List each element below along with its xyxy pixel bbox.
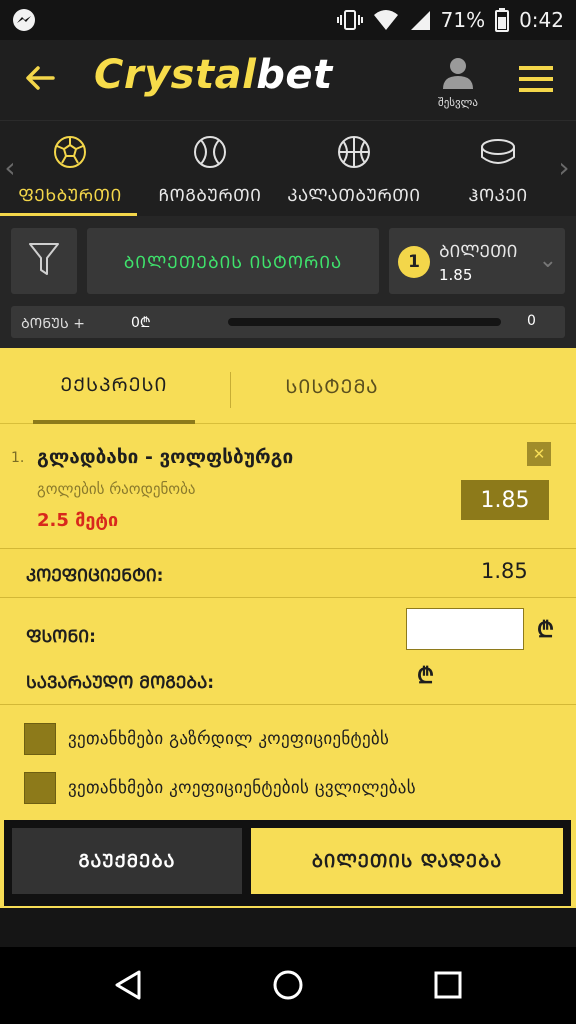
ticket-odd: 1.85 xyxy=(439,266,473,284)
event-title: გლადბახი - ვოლფსბურგი xyxy=(37,446,294,468)
crystalbet-logo: Crystalbet xyxy=(94,52,333,98)
tools-row: ᲑᲘᲚᲔᲗᲔᲑᲘᲡ ᲘᲡᲢᲝᲠᲘᲐ 1 ᲑᲘᲚᲔᲗᲘ 1.85 ⌄ ᲑᲝᲜᲣᲡ … xyxy=(0,216,576,348)
menu-button[interactable] xyxy=(515,62,557,98)
stake-input[interactable] xyxy=(406,608,524,650)
filter-button[interactable] xyxy=(11,228,77,294)
ticket-count-badge: 1 xyxy=(398,246,430,278)
messenger-icon xyxy=(12,8,36,32)
accept-odds-change-row[interactable]: ვეთანხმები კოეფიციენტების ცვლილებას xyxy=(24,771,564,805)
bonus-amount: 0₾ xyxy=(131,315,151,331)
ticket-dropdown[interactable]: 1 ᲑᲘᲚᲔᲗᲘ 1.85 ⌄ xyxy=(389,228,565,294)
event-pick: 2.5 მეტი xyxy=(37,510,119,531)
tab-system[interactable]: ᲡᲘᲡᲢᲔᲛᲐ xyxy=(232,348,432,424)
hamburger-icon xyxy=(515,66,557,100)
coefficient-row: ᲙᲝᲔᲤᲘᲪᲘᲔᲜᲢᲘ: 1.85 xyxy=(0,548,576,598)
betslip-tabs: ᲔᲥᲡᲞᲠᲔᲡᲘ ᲡᲘᲡᲢᲔᲛᲐ xyxy=(0,348,576,424)
soccer-ball-icon xyxy=(53,135,87,173)
user-icon xyxy=(441,56,475,94)
bonus-progress xyxy=(228,318,501,326)
place-bet-button[interactable]: ᲑᲘᲚᲔᲗᲘᲡ ᲓᲐᲓᲔᲑᲐ xyxy=(251,828,563,894)
wifi-icon xyxy=(373,9,399,31)
potential-win-label: ᲡᲐᲕᲐᲠᲐᲣᲓᲝ ᲛᲝᲒᲔᲑᲐ: xyxy=(26,673,215,693)
signal-icon xyxy=(409,9,431,31)
bonus-value: 0 xyxy=(527,313,536,329)
close-icon: ✕ xyxy=(532,445,546,463)
sports-nav: ‹ ᲤᲔᲮᲑᲣᲠᲗᲘ ᲩᲝᲒᲑᲣᲠᲗᲘ ᲙᲐᲚᲐᲗᲑᲣᲠᲗᲘ ᲰᲝᲙᲔᲘ › xyxy=(0,120,576,217)
lari-icon: ₾ xyxy=(537,618,554,643)
clock: 0:42 xyxy=(519,8,564,32)
battery-percent: 71% xyxy=(440,8,486,32)
stake-label: ᲤᲡᲝᲜᲘ: xyxy=(26,627,96,647)
hockey-puck-icon xyxy=(479,135,517,173)
betslip-actions: ᲒᲐᲣᲥᲛᲔᲑᲐ ᲑᲘᲚᲔᲗᲘᲡ ᲓᲐᲓᲔᲑᲐ xyxy=(4,820,571,906)
divider xyxy=(0,704,576,705)
back-arrow-icon xyxy=(25,65,55,95)
system-nav-bar xyxy=(0,947,576,1024)
bonus-label: ᲑᲝᲜᲣᲡ + xyxy=(21,316,85,332)
lari-icon: ₾ xyxy=(417,664,434,689)
login-button[interactable]: შესვლა xyxy=(428,56,488,112)
coefficient-label: ᲙᲝᲔᲤᲘᲪᲘᲔᲜᲢᲘ: xyxy=(26,566,164,586)
event-market: გოლების რაოდენობა xyxy=(37,480,196,498)
nav-home-button[interactable] xyxy=(266,965,310,1009)
circle-home-icon xyxy=(272,969,304,1005)
basketball-icon xyxy=(337,135,371,173)
tennis-ball-icon xyxy=(193,135,227,173)
tab-basketball-label: ᲙᲐᲚᲐᲗᲑᲣᲠᲗᲘ xyxy=(287,186,421,206)
accept-increased-odds-label: ვეთანხმები გაზრდილ კოეფიციენტებს xyxy=(68,729,390,749)
nav-back-button[interactable] xyxy=(106,965,150,1009)
login-label: შესვლა xyxy=(438,96,478,109)
funnel-icon xyxy=(28,241,60,281)
cancel-button[interactable]: ᲒᲐᲣᲥᲛᲔᲑᲐ xyxy=(12,828,242,894)
tab-express[interactable]: ᲔᲥᲡᲞᲠᲔᲡᲘ xyxy=(33,348,195,424)
app-header: Crystalbet შესვლა xyxy=(0,40,576,120)
coefficient-value: 1.85 xyxy=(481,559,528,583)
bet-event: 1. გლადბახი - ვოლფსბურგი გოლების რაოდენო… xyxy=(0,424,576,548)
bet-slip: ᲔᲥᲡᲞᲠᲔᲡᲘ ᲡᲘᲡᲢᲔᲛᲐ 1. გლადბახი - ვოლფსბურგ… xyxy=(0,348,576,908)
ticket-history-button[interactable]: ᲑᲘᲚᲔᲗᲔᲑᲘᲡ ᲘᲡᲢᲝᲠᲘᲐ xyxy=(87,228,379,294)
accept-odds-change-checkbox[interactable] xyxy=(24,772,56,804)
accept-increased-odds-row[interactable]: ვეთანხმები გაზრდილ კოეფიციენტებს xyxy=(24,722,564,756)
tab-hockey-label: ᲰᲝᲙᲔᲘ xyxy=(468,186,528,206)
ticket-label: ᲑᲘᲚᲔᲗᲘ xyxy=(439,242,518,262)
vibrate-icon xyxy=(336,8,363,32)
nav-recents-button[interactable] xyxy=(426,965,470,1009)
status-bar: 71% 0:42 xyxy=(0,0,576,40)
accept-increased-odds-checkbox[interactable] xyxy=(24,723,56,755)
tab-football[interactable]: ᲤᲔᲮᲑᲣᲠᲗᲘ xyxy=(0,135,140,217)
chevron-right-icon[interactable]: › xyxy=(556,151,572,184)
remove-event-button[interactable]: ✕ xyxy=(527,442,551,466)
back-button[interactable] xyxy=(20,60,60,100)
square-recents-icon xyxy=(433,970,463,1004)
accept-odds-change-label: ვეთანხმები კოეფიციენტების ცვლილებას xyxy=(68,778,416,798)
tab-hockey[interactable]: ᲰᲝᲙᲔᲘ xyxy=(428,135,568,217)
triangle-back-icon xyxy=(113,969,143,1005)
chevron-down-icon: ⌄ xyxy=(538,248,557,273)
tab-football-label: ᲤᲔᲮᲑᲣᲠᲗᲘ xyxy=(18,186,122,206)
bonus-bar: ᲑᲝᲜᲣᲡ + 0₾ 0 xyxy=(11,306,565,338)
tab-divider xyxy=(230,372,231,408)
battery-icon xyxy=(495,8,510,32)
tab-tennis-label: ᲩᲝᲒᲑᲣᲠᲗᲘ xyxy=(158,186,262,206)
tab-basketball[interactable]: ᲙᲐᲚᲐᲗᲑᲣᲠᲗᲘ xyxy=(284,135,424,217)
event-number: 1. xyxy=(11,450,25,466)
event-odd: 1.85 xyxy=(461,480,549,520)
tab-tennis[interactable]: ᲩᲝᲒᲑᲣᲠᲗᲘ xyxy=(140,135,280,217)
